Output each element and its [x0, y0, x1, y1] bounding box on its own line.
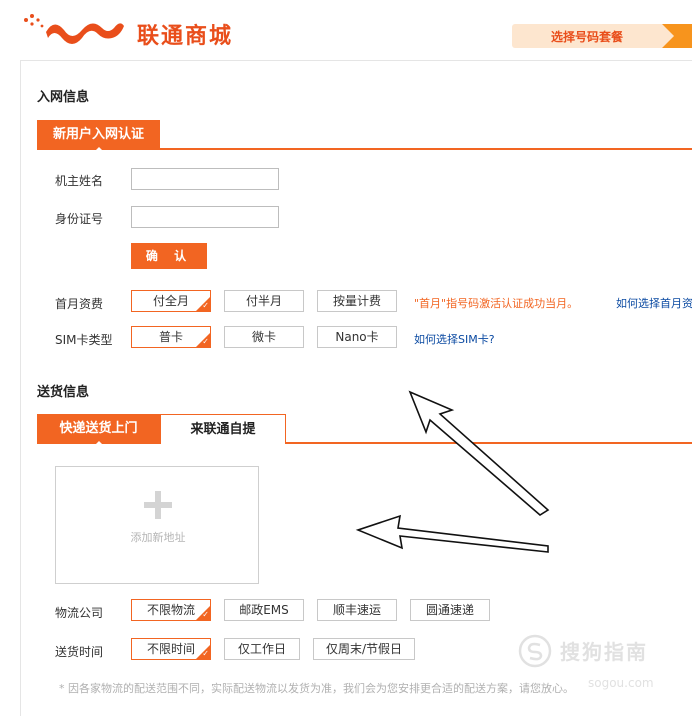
first-month-note: "首月"指号码激活认证成功当月。 — [414, 297, 579, 310]
logistics-option-sf[interactable]: 顺丰速运 — [317, 599, 397, 621]
site-header: 联通商城 选择号码套餐 — [0, 0, 692, 56]
tab-caret-icon — [93, 441, 104, 446]
option-label: 付半月 — [245, 294, 282, 308]
owner-name-input[interactable] — [131, 168, 279, 190]
check-icon: ✓ — [202, 649, 209, 658]
first-month-option-metered[interactable]: 按量计费 — [317, 290, 397, 312]
first-month-option-full[interactable]: 付全月 ✓ — [131, 290, 211, 312]
option-label: 付全月 — [152, 294, 189, 308]
tab-new-user-verification[interactable]: 新用户入网认证 — [37, 120, 160, 152]
step-label-select-plan[interactable]: 选择号码套餐 — [512, 28, 662, 45]
check-icon: ✓ — [202, 610, 209, 619]
id-number-input[interactable] — [131, 206, 279, 228]
delivery-time-option-weekdays[interactable]: 仅工作日 — [224, 638, 300, 660]
delivery-info-title: 送货信息 — [37, 385, 90, 400]
sim-help-link[interactable]: 如何选择SIM卡? — [414, 331, 495, 347]
option-label: 顺丰速运 — [332, 603, 381, 617]
owner-name-label: 机主姓名 — [55, 174, 104, 188]
sim-option-micro[interactable]: 微卡 — [224, 326, 304, 348]
tab-store-pickup[interactable]: 来联通自提 — [160, 414, 286, 444]
sim-option-nano[interactable]: Nano卡 — [317, 326, 397, 348]
tab-express-delivery[interactable]: 快递送货上门 — [37, 414, 160, 446]
first-month-label: 首月资费 — [55, 297, 104, 311]
china-unicom-logo-icon[interactable] — [20, 10, 130, 48]
logistics-option-yto[interactable]: 圆通速递 — [410, 599, 490, 621]
add-address-card[interactable]: 添加新地址 — [55, 466, 259, 584]
option-label: 普卡 — [158, 330, 183, 344]
delivery-time-option-weekends[interactable]: 仅周末/节假日 — [313, 638, 415, 660]
delivery-footnote: * 因各家物流的配送范围不同，实际配送物流以发货为准，我们会为您安排更合适的配送… — [59, 682, 574, 695]
network-tabbar: 新用户入网认证 — [37, 120, 692, 152]
logistics-option-any[interactable]: 不限物流 ✓ — [131, 599, 211, 621]
tab-label: 新用户入网认证 — [52, 127, 144, 142]
network-info-title: 入网信息 — [37, 90, 90, 105]
check-icon: ✓ — [202, 301, 209, 310]
delivery-tabbar: 快递送货上门 来联通自提 — [37, 414, 692, 446]
logistics-label: 物流公司 — [55, 606, 104, 620]
plus-icon — [144, 491, 172, 519]
option-label: 按量计费 — [332, 294, 381, 308]
tab-label: 来联通自提 — [190, 422, 256, 437]
option-label: 仅工作日 — [237, 642, 286, 656]
confirm-button[interactable]: 确 认 — [131, 243, 207, 269]
next-step-indicator — [662, 24, 692, 48]
logistics-option-ems[interactable]: 邮政EMS — [224, 599, 304, 621]
option-label: 圆通速递 — [425, 603, 474, 617]
tab-label: 快递送货上门 — [59, 421, 138, 436]
sim-type-label: SIM卡类型 — [55, 333, 113, 347]
option-label: 不限时间 — [146, 642, 195, 656]
option-label: Nano卡 — [335, 330, 379, 344]
option-label: 仅周末/节假日 — [325, 642, 403, 656]
checkout-step-bar: 选择号码套餐 — [512, 24, 692, 48]
tab-caret-icon — [93, 147, 104, 152]
option-label: 微卡 — [251, 330, 276, 344]
check-icon: ✓ — [202, 337, 209, 346]
first-month-option-half[interactable]: 付半月 — [224, 290, 304, 312]
delivery-time-option-any[interactable]: 不限时间 ✓ — [131, 638, 211, 660]
site-logo-text[interactable]: 联通商城 — [137, 18, 233, 50]
add-address-label: 添加新地址 — [130, 531, 186, 544]
id-number-label: 身份证号 — [55, 212, 104, 226]
first-month-help-link[interactable]: 如何选择首月资 — [616, 295, 692, 311]
delivery-time-label: 送货时间 — [55, 645, 104, 659]
option-label: 不限物流 — [146, 603, 195, 617]
option-label: 邮政EMS — [239, 603, 289, 617]
sim-option-standard[interactable]: 普卡 ✓ — [131, 326, 211, 348]
